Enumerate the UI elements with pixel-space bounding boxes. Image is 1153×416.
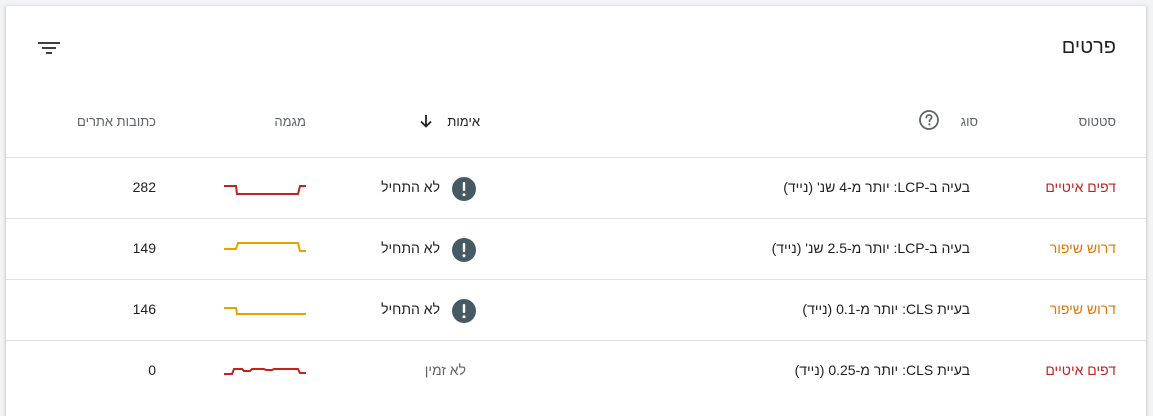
validation-status: לא התחיל <box>381 179 440 195</box>
issue-type: בעיית CLS: יותר מ-0.1 (נייד) <box>802 301 970 317</box>
status-label: דפים איטיים <box>1045 179 1116 195</box>
table-row[interactable]: דרוש שיפור בעיה ב-LCP: יותר מ-2.5 שנ' (נ… <box>6 218 1146 279</box>
url-count: 282 <box>132 179 156 195</box>
arrow-down-icon[interactable] <box>418 113 434 129</box>
trend-sparkline <box>224 368 306 375</box>
column-header-status[interactable]: סטטוס <box>1079 114 1116 129</box>
trend-sparkline <box>224 185 306 195</box>
column-header-validation[interactable]: אימות <box>447 114 480 129</box>
exclamation-circle-icon <box>452 177 476 201</box>
validation-status: לא התחיל <box>381 240 440 256</box>
status-label: דרוש שיפור <box>1049 240 1116 256</box>
filter-button[interactable] <box>34 33 64 63</box>
column-header-trend[interactable]: מגמה <box>274 114 306 129</box>
exclamation-circle-icon <box>452 238 476 262</box>
details-card: פרטים סטטוס סוג אימות מגמה כתובות אתרים … <box>6 6 1146 416</box>
issue-type: בעיית CLS: יותר מ-0.25 (נייד) <box>794 362 970 378</box>
url-count: 146 <box>132 301 156 317</box>
issue-type: בעיה ב-LCP: יותר מ-4 שנ' (נייד) <box>783 179 970 195</box>
status-label: דרוש שיפור <box>1049 301 1116 317</box>
trend-sparkline <box>224 242 306 252</box>
card-title: פרטים <box>1061 36 1116 58</box>
column-header-type[interactable]: סוג <box>961 114 978 129</box>
help-circle-icon[interactable] <box>918 109 940 131</box>
validation-status: לא התחיל <box>381 301 440 317</box>
exclamation-circle-icon <box>452 299 476 323</box>
trend-sparkline <box>224 307 306 315</box>
table-row[interactable]: דרוש שיפור בעיית CLS: יותר מ-0.1 (נייד) … <box>6 279 1146 340</box>
issue-type: בעיה ב-LCP: יותר מ-2.5 שנ' (נייד) <box>771 240 970 256</box>
status-label: דפים איטיים <box>1045 362 1116 378</box>
table-row[interactable]: דפים איטיים בעיית CLS: יותר מ-0.25 (נייד… <box>6 340 1146 401</box>
url-count: 0 <box>148 362 156 378</box>
column-header-urls[interactable]: כתובות אתרים <box>77 114 156 129</box>
filter-list-icon <box>38 42 60 54</box>
url-count: 149 <box>132 240 156 256</box>
table-row[interactable]: דפים איטיים בעיה ב-LCP: יותר מ-4 שנ' (ני… <box>6 157 1146 218</box>
validation-status: לא זמין <box>424 362 466 378</box>
